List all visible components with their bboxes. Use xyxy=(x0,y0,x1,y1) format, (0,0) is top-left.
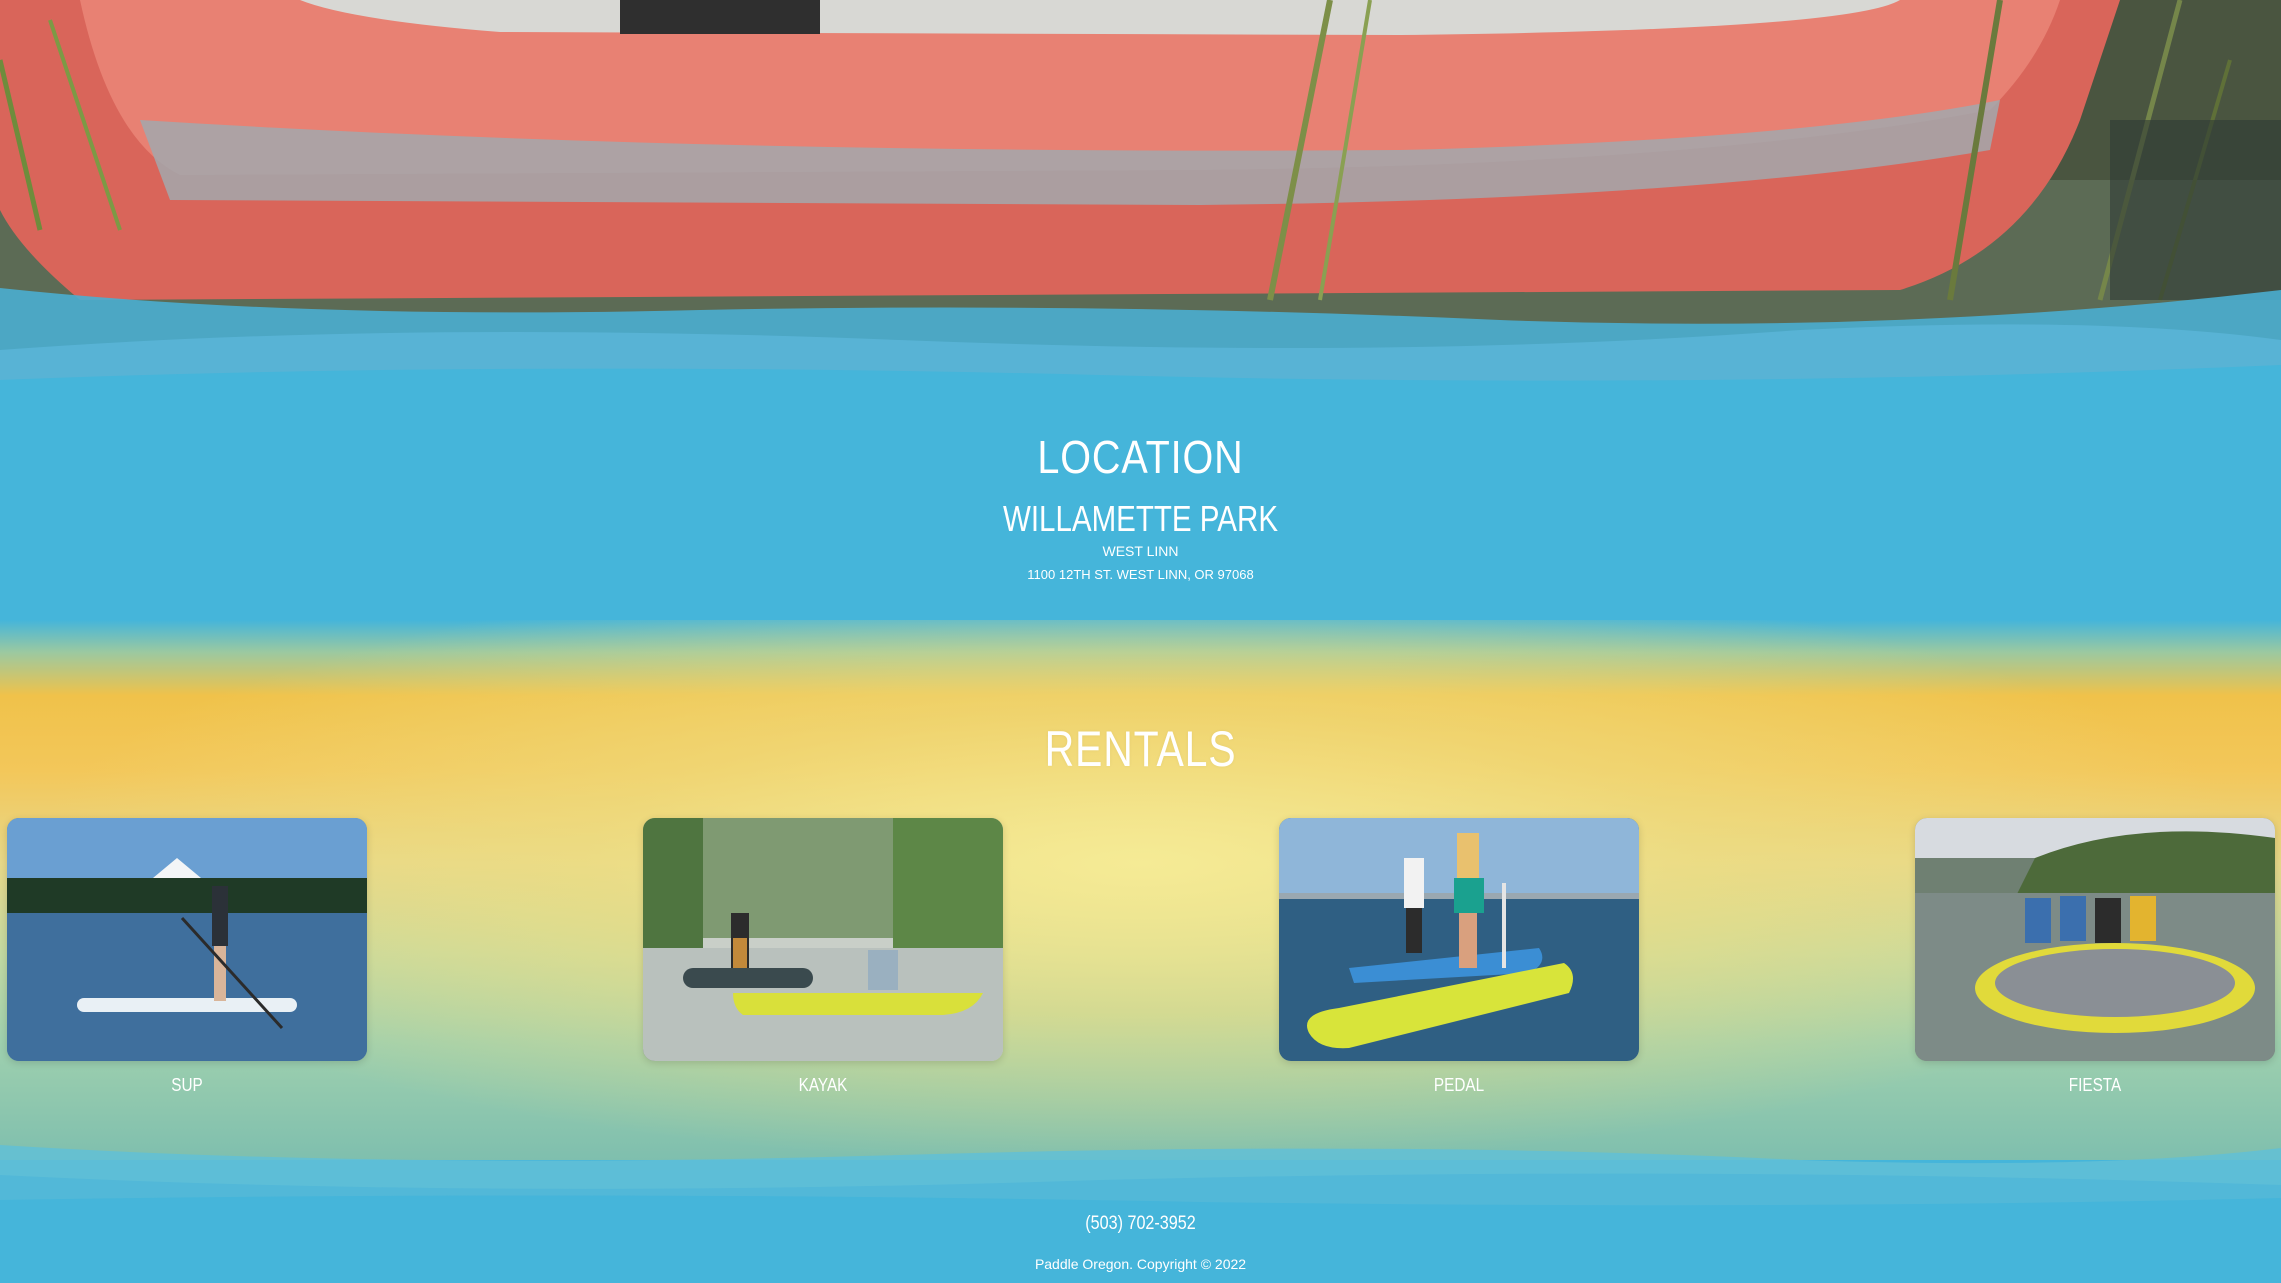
fiesta-board-photo[interactable] xyxy=(1915,818,2275,1061)
rental-label-kayak[interactable]: KAYAK xyxy=(670,1075,976,1096)
location-park-name: WILLAMETTE PARK xyxy=(1002,498,1279,539)
location-address[interactable]: 1100 12TH ST. WEST LINN, OR 97068 xyxy=(0,567,2281,582)
rental-label-fiesta[interactable]: FIESTA xyxy=(1942,1075,2248,1096)
pedal-board-photo[interactable] xyxy=(1279,818,1639,1061)
rental-card-kayak[interactable]: KAYAK xyxy=(643,818,1003,1096)
sup-photo[interactable] xyxy=(7,818,367,1061)
location-city: WEST LINN xyxy=(1102,543,1179,559)
rentals-heading: RENTALS xyxy=(1044,721,1237,777)
rental-label-sup[interactable]: SUP xyxy=(34,1075,340,1096)
rental-card-pedal[interactable]: PEDAL xyxy=(1279,818,1639,1096)
rental-card-sup[interactable]: SUP xyxy=(7,818,367,1096)
kayak-photo[interactable] xyxy=(643,818,1003,1061)
hero-kayak-image xyxy=(0,0,2281,420)
phone-number-link[interactable]: (503) 702-3952 xyxy=(171,1213,2110,1235)
footer: (503) 702-3952 Paddle Oregon. Copyright … xyxy=(0,1195,2281,1283)
rental-label-pedal[interactable]: PEDAL xyxy=(1306,1075,1612,1096)
location-heading: LOCATION xyxy=(1037,431,1244,483)
top-wave-divider xyxy=(0,288,2281,420)
copyright-text: Paddle Oregon. Copyright © 2022 xyxy=(1034,1256,1247,1272)
rental-card-fiesta[interactable]: FIESTA xyxy=(1915,818,2275,1096)
location-section: LOCATION WILLAMETTE PARK WEST LINN 1100 … xyxy=(0,415,2281,630)
rentals-section: RENTALS SUP KAYAK PEDAL FIESTA xyxy=(0,620,2281,1160)
